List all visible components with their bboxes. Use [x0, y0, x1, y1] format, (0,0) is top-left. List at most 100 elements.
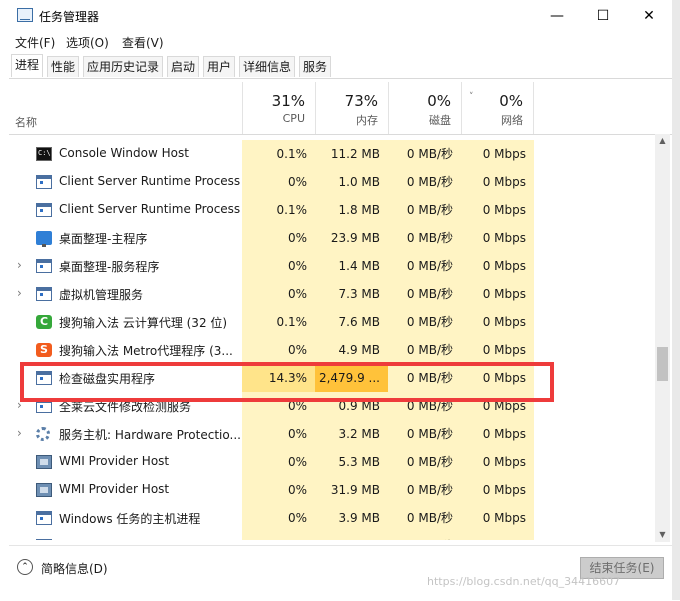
process-cpu: 0.1% [242, 196, 315, 224]
process-row[interactable]: › 服务主机: Hardware Protectio... 0% 3.2 MB 0 MB… [9, 420, 657, 448]
process-row[interactable]: Console Window Host 0.1%11.2 MB0 MB/秒0 Mb… [9, 140, 657, 168]
maximize-button[interactable]: ☐ [580, 0, 626, 32]
process-name: 桌面整理-服务程序 [59, 260, 160, 274]
process-name: Client Server Runtime Process [59, 174, 241, 188]
process-disk: 0 MB/秒 [388, 448, 461, 476]
scrollbar-thumb[interactable] [657, 347, 668, 381]
task-manager-window: 任务管理器 — ☐ ✕ 文件(F) 选项(O) 查看(V) 进程 性能 应用历史… [0, 0, 672, 600]
process-row[interactable]: Client Server Runtime Process 0.1% 1.8 MB 0… [9, 196, 657, 224]
expand-chevron-icon[interactable]: › [17, 426, 22, 440]
process-disk: 0 MB/秒 [388, 224, 461, 252]
column-name-header[interactable]: 名称 [15, 114, 37, 130]
collapse-up-icon[interactable]: ⌃ [17, 559, 33, 575]
process-row[interactable]: Client Server Runtime Process 0% 1.0 MB 0 M… [9, 168, 657, 196]
column-header: 名称 31% CPU 73% 内存 0% 磁盘 0% 网络 [9, 82, 672, 135]
process-memory: 31.9 MB [315, 476, 388, 504]
process-row[interactable]: › 虚拟机管理服务 0% 7.3 MB 0 MB/秒 0 Mbps [9, 280, 657, 308]
process-disk: 0 MB/秒 [388, 336, 461, 364]
process-memory: 7.6 MB [315, 308, 388, 336]
title-bar[interactable]: 任务管理器 — ☐ ✕ [9, 0, 672, 32]
column-disk-header[interactable]: 0% 磁盘 [388, 82, 461, 134]
tab-users[interactable]: 用户 [203, 56, 236, 77]
menu-bar: 文件(F) 选项(O) 查看(V) [9, 32, 672, 52]
process-memory: 3.6 MB [315, 532, 388, 540]
process-disk: 0 MB/秒 [388, 532, 461, 540]
process-name: Console Window Host [59, 146, 189, 160]
tab-startup[interactable]: 启动 [167, 56, 200, 77]
tab-services[interactable]: 服务 [299, 56, 332, 77]
footer-bar: ⌃ 简略信息(D) 结束任务(E) [9, 545, 672, 601]
process-disk: 0 MB/秒 [388, 196, 461, 224]
process-name: 搜狗输入法 云计算代理 (32 位) [59, 316, 228, 330]
disk-label: 磁盘 [429, 114, 451, 127]
background-window-edge [672, 0, 680, 600]
window-icon [36, 511, 52, 525]
process-network: 0 Mbps [461, 196, 534, 224]
process-memory: 1.8 MB [315, 196, 388, 224]
process-row[interactable]: 搜狗输入法 Metro代理程序 (3... 0%4.9 MB0 MB/秒0 Mbp… [9, 336, 657, 364]
process-name: Windows 任务的主机进程 [59, 512, 201, 526]
process-disk: 0 MB/秒 [388, 280, 461, 308]
process-row[interactable]: 桌面整理-主程序 0% 23.9 MB 0 MB/秒 0 Mbps [9, 224, 657, 252]
process-disk: 0 MB/秒 [388, 252, 461, 280]
process-row[interactable]: WMI Provider Host 0% 5.3 MB 0 MB/秒 0 Mbps [9, 448, 657, 476]
window-title: 任务管理器 [39, 10, 100, 24]
process-cpu: 0% [242, 168, 315, 196]
process-disk: 0 MB/秒 [388, 308, 461, 336]
process-cpu: 0% [242, 224, 315, 252]
process-row[interactable]: 搜狗输入法 云计算代理 (32 位) 0.1%7.6 MB0 MB/秒0 Mbps [9, 308, 657, 336]
sogou-cloud-icon [36, 315, 52, 329]
minimize-button[interactable]: — [534, 0, 580, 32]
window-icon [36, 259, 52, 273]
scroll-up-icon[interactable]: ▲ [655, 134, 670, 148]
process-cpu: 0.1% [242, 140, 315, 168]
process-row[interactable]: › 桌面整理-服务程序 0% 1.4 MB 0 MB/秒 0 Mbps [9, 252, 657, 280]
tab-details[interactable]: 详细信息 [239, 56, 296, 77]
sogou-icon [36, 343, 52, 357]
process-network: 0 Mbps [461, 532, 534, 540]
network-label: 网络 [501, 114, 523, 127]
menu-file[interactable]: 文件(F) [15, 34, 55, 51]
vertical-scrollbar[interactable]: ▲ ▼ [655, 134, 670, 542]
column-memory-header[interactable]: 73% 内存 [315, 82, 388, 134]
memory-label: 内存 [356, 114, 378, 127]
process-row[interactable]: Windows 任务的主机进程 0%3.6 MB0 MB/秒0 Mbps [9, 532, 657, 540]
process-cpu: 0% [242, 280, 315, 308]
column-network-header[interactable]: 0% 网络 [461, 82, 534, 134]
process-disk: 0 MB/秒 [388, 168, 461, 196]
process-cpu: 0% [242, 252, 315, 280]
column-cpu-header[interactable]: 31% CPU [242, 82, 315, 134]
tab-performance[interactable]: 性能 [47, 56, 80, 77]
scroll-down-icon[interactable]: ▼ [655, 528, 670, 542]
tab-processes[interactable]: 进程 [11, 54, 44, 77]
window-icon [36, 175, 52, 189]
window-icon [36, 287, 52, 301]
process-network: 0 Mbps [461, 252, 534, 280]
expand-chevron-icon[interactable]: › [17, 258, 22, 272]
process-name: WMI Provider Host [59, 482, 170, 496]
menu-options[interactable]: 选项(O) [66, 34, 109, 51]
disk-total: 0% [427, 92, 451, 110]
process-memory: 11.2 MB [315, 140, 388, 168]
process-network: 0 Mbps [461, 476, 534, 504]
process-disk: 0 MB/秒 [388, 420, 461, 448]
process-cpu: 0% [242, 448, 315, 476]
cpu-label: CPU [282, 112, 305, 125]
close-button[interactable]: ✕ [626, 0, 672, 32]
process-name: WMI Provider Host [59, 454, 170, 468]
sort-caret-icon: ˅ [469, 92, 474, 102]
less-details-link[interactable]: 简略信息(D) [41, 560, 108, 577]
process-memory: 3.9 MB [315, 504, 388, 532]
wmi-icon [36, 455, 52, 469]
process-disk: 0 MB/秒 [388, 140, 461, 168]
wmi-icon [36, 483, 52, 497]
tab-app-history[interactable]: 应用历史记录 [83, 56, 164, 77]
expand-chevron-icon[interactable]: › [17, 286, 22, 300]
menu-view[interactable]: 查看(V) [122, 34, 164, 51]
process-row[interactable]: Windows 任务的主机进程 0% 3.9 MB 0 MB/秒 0 Mbps [9, 504, 657, 532]
process-name: 搜狗输入法 Metro代理程序 (3... [59, 344, 233, 358]
process-row[interactable]: WMI Provider Host 0% 31.9 MB 0 MB/秒 0 Mbps [9, 476, 657, 504]
process-network: 0 Mbps [461, 420, 534, 448]
process-name: Client Server Runtime Process [59, 202, 241, 216]
process-cpu: 0% [242, 476, 315, 504]
